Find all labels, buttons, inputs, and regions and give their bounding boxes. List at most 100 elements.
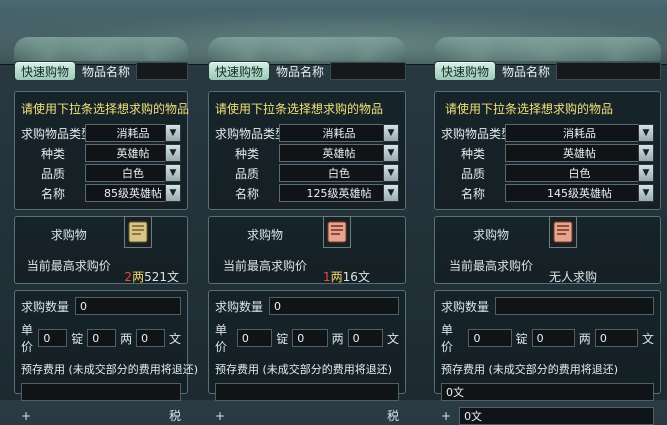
quantity-input[interactable]: 0 (75, 297, 181, 315)
category-dropdown[interactable]: 消耗品 ▼ (85, 124, 181, 142)
kind-dropdown[interactable]: 英雄帖 ▼ (505, 144, 654, 162)
price-wen: 16 (342, 269, 358, 284)
field-label: 求购物品类型 (215, 126, 288, 141)
chevron-down-icon[interactable]: ▼ (383, 164, 399, 182)
price-wen-unit: 文 (166, 269, 179, 284)
goods-label: 求购物 (472, 228, 509, 242)
select-prompt: 请使用下拉条选择想求购的物品 (215, 102, 384, 116)
chevron-down-icon[interactable]: ▼ (383, 124, 399, 142)
unit-price-wen-input[interactable]: 0 (594, 329, 638, 347)
field-label: 种类 (460, 146, 485, 161)
prepay-input[interactable] (21, 383, 181, 401)
ding-label: 锭 (515, 331, 528, 346)
name-dropdown[interactable]: 85级英雄帖 ▼ (85, 184, 181, 202)
field-row: 名称 85级英雄帖 ▼ (21, 183, 181, 203)
goods-right: 1两16文 (323, 215, 370, 285)
dropdown-value: 125级英雄帖 (306, 187, 372, 200)
highest-price-none: 无人求购 (549, 269, 598, 284)
field-label: 种类 (40, 146, 65, 161)
highest-price: 2两521文 (124, 268, 179, 285)
name-dropdown[interactable]: 145级英雄帖 ▼ (505, 184, 654, 202)
unit-price-row: 单价 0 锭 0 两 0 文 (441, 321, 654, 355)
quick-buy-button[interactable]: 快速购物 (14, 61, 77, 81)
dropdown-value: 85级英雄帖 (104, 187, 162, 200)
tax-row: + 0文 (441, 407, 654, 425)
unit-price-liang-input[interactable]: 0 (87, 329, 117, 347)
quality-dropdown[interactable]: 白色 ▼ (279, 164, 399, 182)
field-label: 品质 (40, 166, 65, 181)
buy-section: 求购数量 0 单价 0 锭 0 两 0 文 预存费用 (未成交部分的费用将退还)… (14, 290, 198, 423)
select-prompt: 请使用下拉条选择想求购的物品 (21, 102, 190, 116)
goods-section: 求购物 当前最高求购价 2两521文 (14, 215, 188, 285)
goods-left: 求购物 当前最高求购价 (23, 226, 114, 274)
quick-buy-button[interactable]: 快速购物 (434, 61, 497, 81)
quantity-input[interactable] (495, 297, 654, 315)
quantity-row: 求购数量 (441, 297, 654, 315)
field-label: 求购物品类型 (21, 126, 94, 141)
buy-panel-1: 快速购物 物品名称 请使用下拉条选择想求购的物品 求购物品类型 消耗品 ▼ 种类… (8, 37, 198, 423)
item-name-input[interactable] (136, 62, 188, 80)
name-dropdown[interactable]: 125级英雄帖 ▼ (279, 184, 399, 202)
chevron-down-icon[interactable]: ▼ (165, 124, 181, 142)
select-section: 请使用下拉条选择想求购的物品 求购物品类型 消耗品 ▼ 种类 英雄帖 ▼ 品质 … (14, 91, 190, 210)
wen-label: 文 (641, 331, 654, 346)
quantity-input[interactable]: 0 (269, 297, 399, 315)
tax-input[interactable]: 0文 (459, 407, 654, 425)
price-wen: 521 (144, 269, 167, 284)
chevron-down-icon[interactable]: ▼ (383, 144, 399, 162)
tax-label: 税 (386, 409, 399, 423)
unit-price-ding-input[interactable]: 0 (236, 329, 273, 347)
category-dropdown[interactable]: 消耗品 ▼ (279, 124, 399, 142)
item-name-input[interactable] (556, 62, 661, 80)
prepay-label: 预存费用 (未成交部分的费用将退还) (215, 363, 393, 376)
chevron-down-icon[interactable]: ▼ (638, 164, 654, 182)
prepay-input[interactable]: 0文 (441, 383, 654, 401)
kind-dropdown[interactable]: 英雄帖 ▼ (85, 144, 181, 162)
dropdown-value: 145级英雄帖 (547, 187, 612, 200)
wen-label: 文 (168, 331, 181, 346)
quick-buy-button[interactable]: 快速购物 (208, 61, 271, 81)
goods-right: 2两521文 (124, 215, 179, 285)
unit-price-wen-input[interactable]: 0 (136, 329, 165, 347)
field-row: 种类 英雄帖 ▼ (21, 143, 181, 163)
chevron-down-icon[interactable]: ▼ (165, 144, 181, 162)
unit-price-wen-input[interactable]: 0 (347, 329, 383, 347)
price-liang-unit: 两 (330, 269, 343, 284)
field-label: 名称 (40, 186, 65, 201)
field-row: 名称 145级英雄帖 ▼ (441, 183, 654, 203)
unit-price-ding-input[interactable]: 0 (468, 329, 512, 347)
dropdown-value: 白色 (122, 167, 144, 180)
highest-price-label: 当前最高求购价 (222, 259, 307, 273)
unit-price-ding-input[interactable]: 0 (38, 329, 68, 347)
unit-price-label: 单价 (215, 323, 228, 354)
chevron-down-icon[interactable]: ▼ (165, 184, 181, 202)
prepay-input[interactable] (215, 383, 399, 401)
chevron-down-icon[interactable]: ▼ (383, 184, 399, 202)
kind-dropdown[interactable]: 英雄帖 ▼ (279, 144, 399, 162)
goods-right: 无人求购 (549, 215, 598, 285)
dropdown-value: 英雄帖 (322, 147, 356, 160)
price-liang: 1 (323, 269, 331, 284)
item-name-label: 物品名称 (276, 64, 325, 79)
unit-price-liang-input[interactable]: 0 (531, 329, 575, 347)
dropdown-value: 白色 (568, 167, 591, 180)
unit-price-liang-input[interactable]: 0 (292, 329, 328, 347)
quality-dropdown[interactable]: 白色 ▼ (505, 164, 654, 182)
quantity-row: 求购数量 0 (21, 297, 181, 315)
chevron-down-icon[interactable]: ▼ (638, 184, 654, 202)
quality-dropdown[interactable]: 白色 ▼ (85, 164, 181, 182)
chevron-down-icon[interactable]: ▼ (165, 164, 181, 182)
dropdown-value: 消耗品 (116, 127, 150, 140)
item-name-input[interactable] (330, 62, 406, 80)
plus-icon: + (441, 409, 452, 423)
price-liang-unit: 两 (132, 269, 145, 284)
category-dropdown[interactable]: 消耗品 ▼ (505, 124, 654, 142)
scroll-icon (549, 215, 577, 248)
field-row: 种类 英雄帖 ▼ (441, 143, 654, 163)
chevron-down-icon[interactable]: ▼ (638, 144, 654, 162)
quantity-label: 求购数量 (441, 299, 490, 314)
goods-left: 求购物 当前最高求购价 (443, 226, 539, 274)
unit-price-label: 单价 (21, 323, 34, 354)
buy-section: 求购数量 单价 0 锭 0 两 0 文 预存费用 (未成交部分的费用将退还) 0… (434, 290, 661, 425)
chevron-down-icon[interactable]: ▼ (638, 124, 654, 142)
